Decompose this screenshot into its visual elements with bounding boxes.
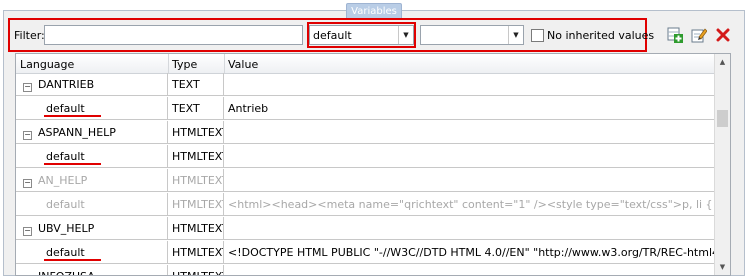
- language-cell: default: [46, 198, 85, 211]
- delete-icon[interactable]: [714, 26, 732, 44]
- filter-text-input[interactable]: [44, 25, 303, 45]
- type-cell: TEXT: [168, 73, 224, 96]
- type-cell: HTMLTEXT: [168, 121, 224, 144]
- no-inherited-checkbox[interactable]: [531, 29, 544, 42]
- language-select-value: default: [313, 29, 352, 42]
- table-header: Language Type Value: [16, 54, 715, 74]
- default-underline-highlight: [44, 259, 101, 261]
- edit-icon[interactable]: [690, 26, 708, 44]
- variable-row[interactable]: − INFOZUSA HTMLTEXT: [16, 265, 715, 276]
- scroll-thumb[interactable]: [717, 110, 728, 127]
- default-underline-highlight: [44, 163, 101, 165]
- language-cell: default: [46, 102, 85, 115]
- variable-row[interactable]: − UBV_HELP HTMLTEXT: [16, 217, 715, 241]
- language-cell: UBV_HELP: [38, 222, 95, 235]
- type-cell: HTMLTEXT: [168, 217, 224, 240]
- value-cell[interactable]: [224, 145, 715, 168]
- value-cell[interactable]: <html><head><meta name="qrichtext" conte…: [224, 193, 715, 216]
- vertical-scrollbar[interactable]: ▲ ▼: [714, 54, 730, 275]
- type-cell: HTMLTEXT: [168, 265, 224, 275]
- scroll-up-icon[interactable]: ▲: [715, 54, 730, 70]
- scroll-down-icon[interactable]: ▼: [715, 259, 730, 275]
- collapse-icon[interactable]: −: [23, 227, 32, 236]
- language-cell: default: [46, 246, 85, 259]
- language-row[interactable]: default HTMLTEXT <html><head><meta name="q…: [16, 193, 715, 217]
- language-row[interactable]: default TEXT Antrieb: [16, 97, 715, 121]
- type-cell: TEXT: [168, 97, 224, 120]
- type-cell: HTMLTEXT: [168, 169, 224, 192]
- chevron-down-icon[interactable]: ▼: [508, 26, 523, 44]
- header-value[interactable]: Value: [228, 58, 258, 71]
- value-cell: [224, 73, 715, 96]
- header-type[interactable]: Type: [172, 58, 197, 71]
- collapse-icon[interactable]: −: [24, 275, 31, 276]
- filter-label: Filter:: [14, 29, 45, 42]
- value-cell: [224, 169, 715, 192]
- value-cell[interactable]: Antrieb: [224, 97, 715, 120]
- collapse-icon[interactable]: −: [23, 131, 32, 140]
- variable-row[interactable]: − DANTRIEB TEXT: [16, 73, 715, 97]
- language-select[interactable]: default ▼: [309, 25, 414, 45]
- value-cell: [224, 121, 715, 144]
- variable-row[interactable]: − ASPANN_HELP HTMLTEXT: [16, 121, 715, 145]
- header-language[interactable]: Language: [20, 58, 74, 71]
- value-cell: [224, 265, 715, 275]
- language-cell: AN_HELP: [38, 174, 88, 187]
- value-cell[interactable]: <!DOCTYPE HTML PUBLIC "-//W3C//DTD HTML …: [224, 241, 715, 264]
- collapse-icon[interactable]: −: [23, 83, 32, 92]
- variables-table: Language Type Value − DANTRIEB TEXT default…: [15, 53, 731, 276]
- language-cell: ASPANN_HELP: [38, 126, 116, 139]
- language-cell: INFOZUSA: [38, 270, 95, 275]
- language-row[interactable]: default HTMLTEXT: [16, 145, 715, 169]
- add-row-icon[interactable]: [666, 26, 684, 44]
- value-cell: [224, 217, 715, 240]
- variable-row[interactable]: − AN_HELP HTMLTEXT: [16, 169, 715, 193]
- type-cell: HTMLTEXT: [168, 241, 224, 264]
- language-cell: default: [46, 150, 85, 163]
- chevron-down-icon[interactable]: ▼: [398, 26, 413, 44]
- type-cell: HTMLTEXT: [168, 193, 224, 216]
- language-cell: DANTRIEB: [38, 78, 95, 91]
- secondary-select[interactable]: ▼: [420, 25, 524, 45]
- collapse-icon[interactable]: −: [23, 179, 32, 188]
- language-row[interactable]: default HTMLTEXT <!DOCTYPE HTML PUBLIC "-/…: [16, 241, 715, 265]
- default-underline-highlight: [44, 115, 101, 117]
- type-cell: HTMLTEXT: [168, 145, 224, 168]
- no-inherited-label: No inherited values: [547, 29, 655, 42]
